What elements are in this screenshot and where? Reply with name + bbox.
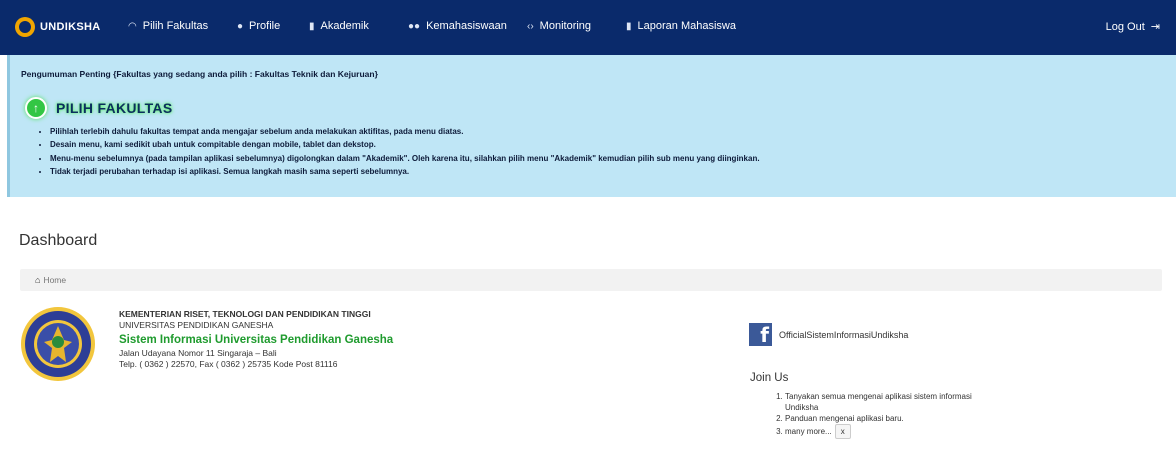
list-item: Tidak terjadi perubahan terhadap isi apl… (50, 165, 760, 178)
facebook-page-name: OfficialSistemInformasiUndiksha (779, 329, 909, 340)
nav-pilih-fakultas[interactable]: ◠ Pilih Fakultas (128, 20, 208, 32)
close-button[interactable]: x (834, 424, 851, 439)
book-icon: ▮ (309, 20, 315, 32)
join-us-title: Join Us (750, 372, 789, 384)
list-item: Pilihlah terlebih dahulu fakultas tempat… (50, 125, 760, 138)
logout-button[interactable]: Log Out ⇥ (1105, 20, 1160, 34)
institution-info: KEMENTERIAN RISET, TEKNOLOGI DAN PENDIDI… (119, 309, 393, 370)
announcement-panel: Pengumuman Penting {Fakultas yang sedang… (7, 55, 1176, 197)
nav-laporan-mahasiswa[interactable]: ▮ Laporan Mahasiswa (626, 20, 736, 32)
dashboard-icon: ◠ (128, 20, 137, 32)
list-item: Tanyakan semua mengenai aplikasi sistem … (785, 391, 1005, 413)
list-item: Desain menu, kami sedikit ubah untuk com… (50, 138, 760, 151)
phone-fax: Telp. ( 0362 ) 22570, Fax ( 0362 ) 25735… (119, 359, 338, 369)
list-item: Menu-menu sebelumnya (pada tampilan apli… (50, 152, 760, 165)
undiksha-logo-icon (15, 17, 35, 37)
nav-label: Pilih Fakultas (142, 20, 209, 32)
pilih-fakultas-heading: ↑ PILIH FAKULTAS (25, 97, 172, 119)
list-item: Panduan mengenai aplikasi baru. (785, 413, 1005, 424)
sign-out-icon: ⇥ (1150, 21, 1160, 33)
pilih-fakultas-label: PILIH FAKULTAS (56, 100, 173, 116)
breadcrumb: ⌂ Home (20, 269, 1162, 291)
users-icon: ●● (408, 20, 421, 32)
arrow-up-circle-icon: ↑ (25, 97, 47, 119)
nav-label: Profile (249, 20, 281, 32)
ministry-name: KEMENTERIAN RISET, TEKNOLOGI DAN PENDIDI… (119, 309, 371, 319)
announcement-list: Pilihlah terlebih dahulu fakultas tempat… (36, 125, 760, 179)
nav-akademik[interactable]: ▮ Akademik (309, 20, 369, 32)
list-item: many more...x (785, 424, 1005, 439)
nav-profile[interactable]: ● Profile (237, 20, 280, 32)
nav-label: Laporan Mahasiswa (637, 20, 736, 32)
university-seal-logo (21, 307, 95, 381)
list-item-text: many more... (785, 427, 832, 436)
facebook-link[interactable]: f OfficialSistemInformasiUndiksha (749, 323, 908, 346)
nav-kemahasiswaan[interactable]: ●● Kemahasiswaan (408, 20, 507, 32)
top-navbar: UNDIKSHA ◠ Pilih Fakultas ● Profile ▮ Ak… (0, 0, 1176, 55)
book-icon: ▮ (626, 20, 632, 32)
logout-label: Log Out (1105, 20, 1145, 33)
nav-label: Kemahasiswaan (426, 20, 507, 32)
nav-label: Monitoring (539, 20, 592, 32)
system-name: Sistem Informasi Universitas Pendidikan … (119, 334, 394, 346)
nav-label: Akademik (320, 20, 369, 32)
join-us-list: Tanyakan semua mengenai aplikasi sistem … (771, 391, 1005, 439)
facebook-icon: f (749, 323, 772, 346)
brand-name: UNDIKSHA (40, 21, 101, 33)
home-icon: ⌂ (35, 275, 41, 285)
breadcrumb-home[interactable]: Home (43, 275, 66, 285)
announcement-title: Pengumuman Penting {Fakultas yang sedang… (21, 69, 378, 79)
code-icon: ‹› (527, 20, 534, 32)
brand[interactable]: UNDIKSHA (15, 17, 100, 37)
page-title: Dashboard (19, 232, 98, 249)
nav-monitoring[interactable]: ‹› Monitoring (527, 20, 591, 32)
user-icon: ● (237, 20, 244, 32)
university-name: UNIVERSITAS PENDIDIKAN GANESHA (119, 320, 274, 330)
address: Jalan Udayana Nomor 11 Singaraja – Bali (119, 348, 277, 358)
